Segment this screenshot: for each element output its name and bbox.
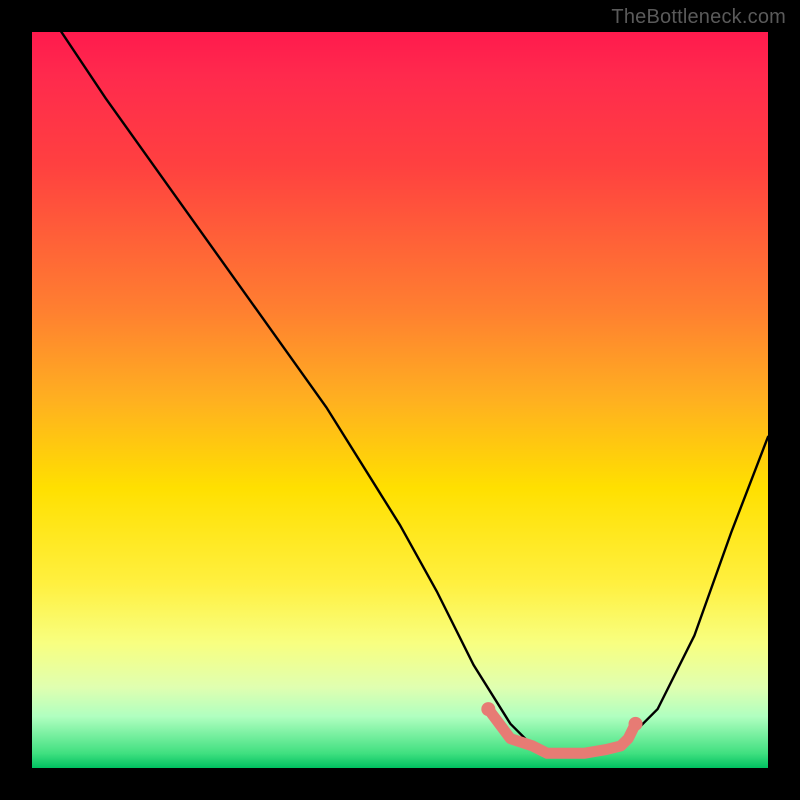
plot-area	[32, 32, 768, 768]
highlight-segment	[488, 709, 635, 753]
curve-layer	[32, 32, 768, 768]
bottleneck-curve	[61, 32, 768, 753]
highlight-endpoint-right	[629, 717, 643, 731]
watermark-text: TheBottleneck.com	[611, 6, 786, 29]
chart-stage: TheBottleneck.com	[0, 0, 800, 800]
highlight-endpoint-left	[481, 702, 495, 716]
